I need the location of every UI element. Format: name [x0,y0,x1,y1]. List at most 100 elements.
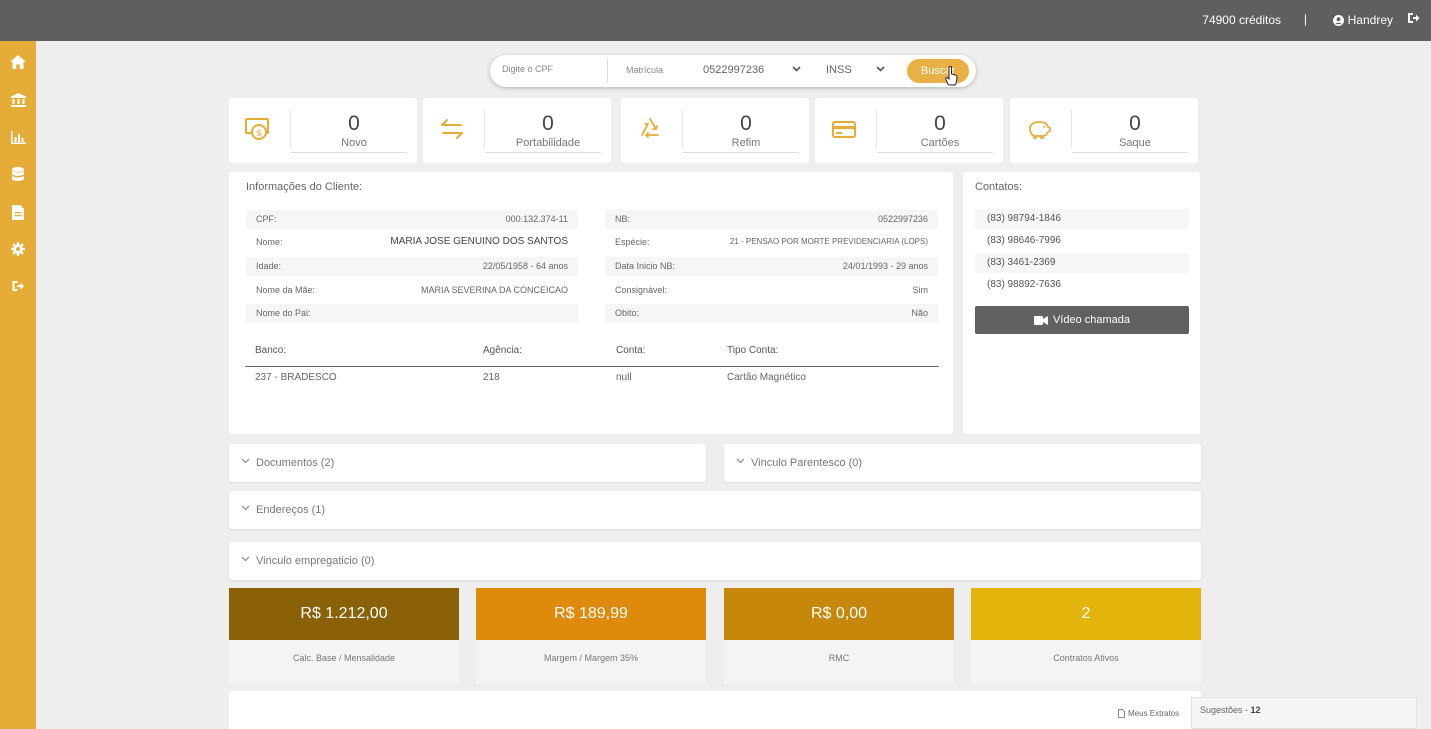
accordion-label: Documentos (2) [256,457,335,469]
org-select[interactable]: INSS [826,64,852,76]
sugestoes-count: 12 [1250,705,1261,715]
contact-phone[interactable]: (83) 98646-7996 [975,231,1189,251]
metric-card-rmc: R$ 0,00 RMC [724,588,954,684]
document-icon[interactable] [9,203,27,221]
piggy-bank-icon [1029,121,1051,139]
stat-card-cartoes[interactable]: 0 Cartões [815,98,1003,163]
chevron-down-icon[interactable] [792,64,801,75]
metric-value: R$ 189,99 [476,588,706,640]
metric-value: R$ 0,00 [724,588,954,640]
stat-card-novo[interactable]: $ 0 Novo [229,98,417,163]
info-row-consignavel: Consignável: Sim [615,285,928,295]
matricula-select[interactable]: 0522997236 [703,64,764,76]
account-value: null [616,372,632,383]
stat-label: Refim [731,137,761,149]
top-bar: 74900 créditos | Handrey [0,0,1431,41]
search-button[interactable]: Buscar [907,59,969,83]
metric-card-base: R$ 1.212,00 Calc. Base / Mensalidade [229,588,459,684]
info-row-obito: Obito: Não [605,304,938,323]
contacts-card: Contatos: (83) 98794-1846 (83) 98646-799… [963,172,1200,434]
account-type-header: Tipo Conta: [727,345,779,356]
bank-value: 237 - BRADESCO [255,372,337,383]
info-row-data-inicio: Data Inicio NB: 24/01/1993 - 29 anos [605,257,938,276]
account-type-value: Cartão Magnético [727,372,806,383]
contact-phone[interactable]: (83) 98794-1846 [975,209,1189,229]
metric-label: Margem / Margem 35% [476,640,706,684]
info-row-nome: Nome: MARIA JOSE GENUINO DOS SANTOS [256,236,568,247]
contact-phone[interactable]: (83) 98892-7636 [975,275,1189,295]
accordion-label: Vinculo Parentesco (0) [751,457,863,469]
table-divider [245,366,939,367]
divider [607,59,608,83]
meus-extratos-link[interactable]: Meus Extratos [1118,709,1179,718]
recycle-icon [641,118,659,138]
user-menu[interactable]: Handrey [1332,13,1393,27]
chevron-down-icon [241,503,250,514]
metric-card-margem: R$ 189,99 Margem / Margem 35% [476,588,706,684]
accordion-enderecos[interactable]: Endereços (1) [229,491,1201,529]
stat-label: Cartões [920,137,960,149]
transfer-arrows-icon [441,119,463,139]
topbar-separator: | [1303,12,1307,26]
chevron-down-icon [241,554,250,565]
contact-phone[interactable]: (83) 3461-2369 [975,253,1189,273]
info-row-especie: Espécie: 21 - PENSAO POR MORTE PREVIDENCI… [615,237,928,247]
accordion-documentos[interactable]: Documentos (2) [229,444,706,482]
metric-card-contratos: 2 Contratos Ativos [971,588,1201,684]
agency-header: Agência: [483,345,522,356]
accordion-label: Endereços (1) [256,504,326,516]
matricula-label: Matrícula [626,65,664,75]
stat-label: Portabilidade [515,137,581,149]
bottom-panel [229,691,1201,729]
chevron-down-icon[interactable] [876,64,885,75]
credits-label: 74900 créditos [1202,13,1281,27]
video-call-button[interactable]: Vídeo chamada [975,306,1189,334]
info-row-nb: NB: 0522997236 [605,210,938,229]
sugestoes-panel[interactable]: Sugestões - 12 [1191,697,1417,729]
metric-value: 2 [971,588,1201,640]
chart-icon[interactable] [9,128,27,146]
logout-icon[interactable] [9,277,27,295]
metric-value: R$ 1.212,00 [229,588,459,640]
chevron-down-icon [736,456,745,467]
svg-text:$: $ [256,129,262,139]
agency-value: 218 [483,372,500,383]
stat-value: 0 [348,112,360,135]
meus-extratos-label: Meus Extratos [1128,709,1180,718]
gear-icon[interactable] [9,240,27,258]
video-camera-icon [1033,315,1048,325]
sidebar [0,41,36,729]
metric-label: RMC [724,640,954,684]
money-icon: $ [245,118,269,140]
stat-value: 0 [1129,112,1141,135]
accordion-vinculo-parentesco[interactable]: Vinculo Parentesco (0) [724,444,1201,482]
metric-label: Contratos Ativos [971,640,1201,684]
accordion-vinculo-empregaticio[interactable]: Vinculo empregaticio (0) [229,542,1201,580]
chevron-down-icon [241,456,250,467]
bank-icon[interactable] [9,91,27,109]
stat-card-saque[interactable]: 0 Saque [1010,98,1198,163]
database-icon[interactable] [9,165,27,183]
stat-label: Novo [341,137,367,149]
cpf-input[interactable]: Digite o CPF [502,64,553,74]
document-icon [1118,709,1125,718]
sugestoes-label: Sugestões - [1200,705,1251,715]
client-info-card: Informações do Cliente: CPF: 000.132.374-… [229,172,953,434]
logout-icon[interactable] [1407,12,1420,27]
stat-value: 0 [542,112,554,135]
metric-label: Calc. Base / Mensalidade [229,640,459,684]
contacts-title: Contatos: [975,181,1023,193]
mouse-cursor-icon [945,66,958,86]
home-icon[interactable] [9,53,27,71]
search-bar: Digite o CPF Matrícula 0522997236 INSS B… [490,55,976,87]
stat-value: 0 [934,112,946,135]
user-circle-icon [1332,14,1344,26]
stat-card-portabilidade[interactable]: 0 Portabilidade [423,98,611,163]
client-info-title: Informações do Cliente: [246,181,363,193]
bank-header: Banco: [255,345,287,356]
stat-card-refim[interactable]: 0 Refim [621,98,809,163]
video-call-label: Vídeo chamada [1052,314,1131,326]
stat-label: Saque [1119,137,1151,149]
info-row-pai: Nome do Pai: [246,304,578,323]
info-row-cpf: CPF: 000.132.374-11 [246,210,578,229]
